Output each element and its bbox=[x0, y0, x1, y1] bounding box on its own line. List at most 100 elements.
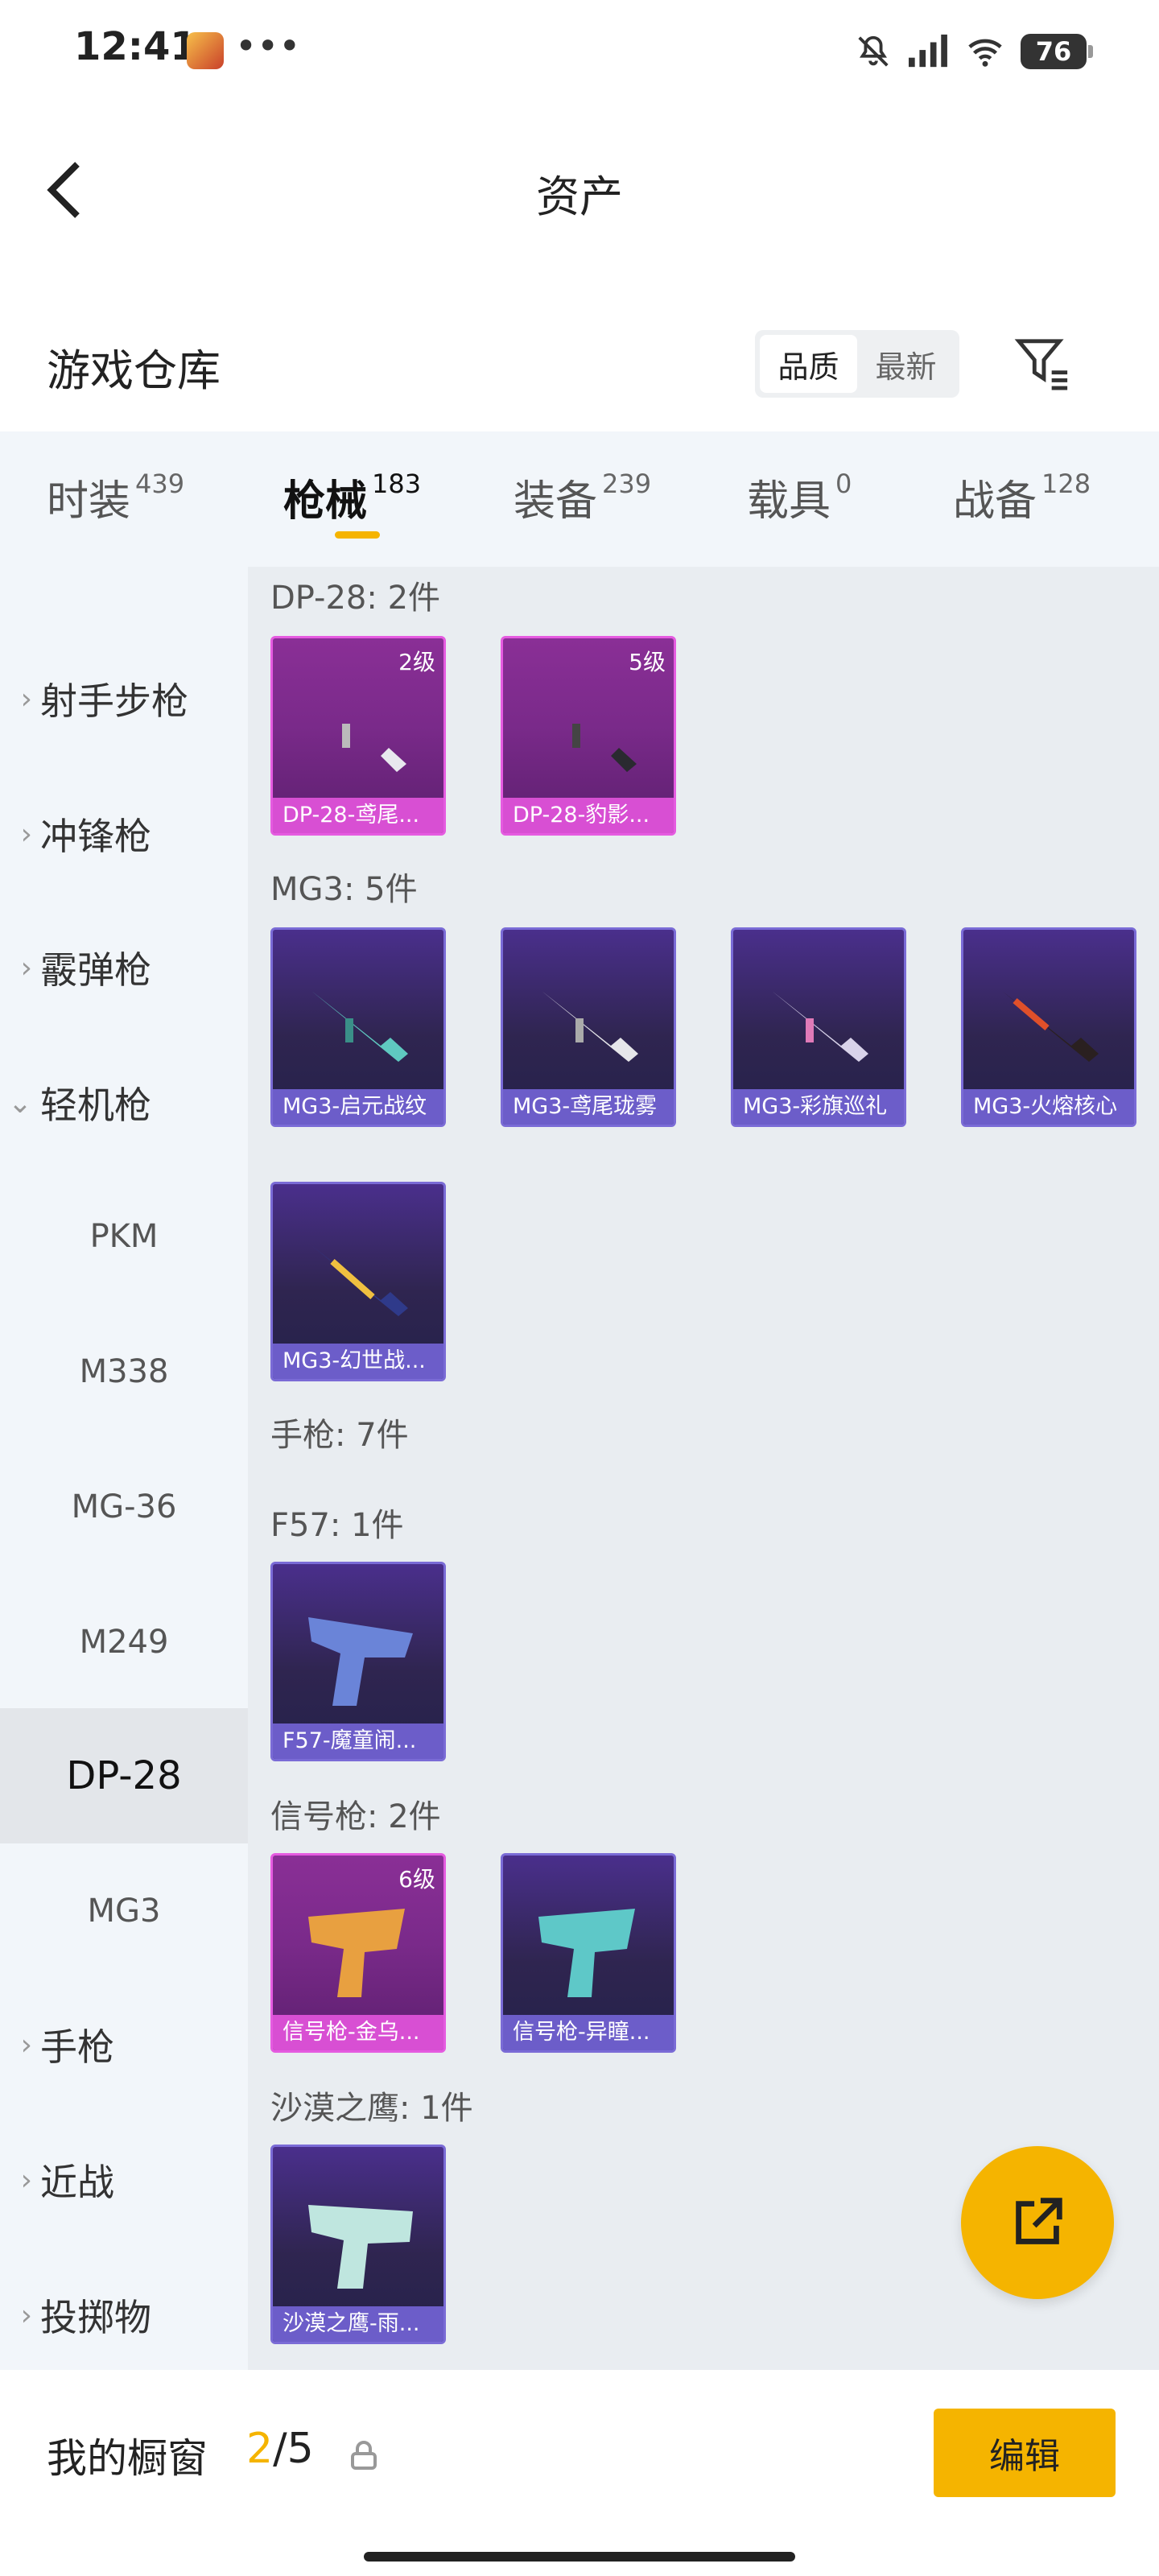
rifle-icon bbox=[542, 991, 638, 1062]
rifle-icon bbox=[316, 691, 406, 772]
group-title: 信号枪: 2件 bbox=[270, 1798, 441, 1835]
status-time: 12:41 bbox=[74, 24, 197, 69]
chevron-right-icon: › bbox=[20, 2163, 32, 2197]
showcase-count: 2/5 bbox=[246, 2425, 314, 2473]
showcase-label: 我的橱窗 bbox=[47, 2435, 208, 2482]
item-grid: DP-28: 2件 2级 DP-28-鸢尾... 5级 DP-28-豹影... … bbox=[248, 567, 1159, 2370]
sidebar-item-label: 近战 bbox=[40, 2161, 114, 2204]
sidebar-item-label: 轻机枪 bbox=[40, 1084, 151, 1127]
item-card[interactable]: 2级 DP-28-鸢尾... bbox=[270, 636, 446, 836]
tab-label: 载具 bbox=[747, 477, 831, 526]
pistol-icon bbox=[308, 1617, 413, 1706]
wifi-icon bbox=[968, 39, 1002, 67]
tab-guns[interactable]: 枪械 183 bbox=[283, 467, 421, 527]
page-title: 资产 bbox=[536, 171, 623, 222]
item-card[interactable]: 信号枪-异瞳... bbox=[501, 1853, 676, 2053]
sort-toggle: 品质 最新 bbox=[755, 330, 959, 398]
edit-button[interactable]: 编辑 bbox=[934, 2409, 1116, 2497]
sidebar-item-shotgun[interactable]: › 霰弹枪 bbox=[0, 900, 248, 1035]
group-title: F57: 1件 bbox=[270, 1507, 404, 1544]
sidebar-item-mg3[interactable]: MG3 bbox=[0, 1843, 248, 1979]
chevron-right-icon: › bbox=[20, 951, 32, 985]
item-card[interactable]: 沙漠之鹰-雨... bbox=[270, 2145, 446, 2344]
sidebar-item-label: 冲锋枪 bbox=[40, 815, 151, 858]
chevron-right-icon: › bbox=[20, 2298, 32, 2332]
sidebar-item-throwable[interactable]: › 投掷物 bbox=[0, 2248, 248, 2383]
item-card[interactable]: 6级 信号枪-金乌... bbox=[270, 1853, 446, 2053]
tab-fashion[interactable]: 时装 439 bbox=[47, 467, 184, 527]
group-title: 沙漠之鹰: 1件 bbox=[270, 2090, 473, 2127]
rifle-icon bbox=[311, 1245, 408, 1316]
sidebar-item-melee[interactable]: › 近战 bbox=[0, 2112, 248, 2248]
chevron-down-icon: ⌄ bbox=[7, 1086, 32, 1120]
chevron-right-icon: › bbox=[20, 817, 32, 851]
sidebar-item-label: 射手步枪 bbox=[40, 679, 188, 723]
item-name: DP-28-鸢尾... bbox=[273, 798, 443, 833]
tab-count: 0 bbox=[835, 469, 852, 499]
tab-vehicles[interactable]: 载具 0 bbox=[747, 467, 852, 527]
item-name: MG3-火熔核心 bbox=[963, 1089, 1134, 1125]
item-card[interactable]: MG3-彩旗巡礼 bbox=[731, 927, 906, 1127]
sidebar-item-label: M338 bbox=[79, 1353, 169, 1390]
sidebar-item-label: 霰弹枪 bbox=[40, 948, 151, 992]
rifle-icon bbox=[547, 691, 637, 772]
item-name: MG3-鸢尾珑雾 bbox=[503, 1089, 674, 1125]
category-tabs: 时装 439 枪械 183 装备 239 载具 0 战备 128 bbox=[0, 431, 1159, 567]
home-indicator[interactable] bbox=[364, 2552, 795, 2562]
sidebar-item-label: MG3 bbox=[87, 1893, 161, 1930]
sidebar-item-label: MG-36 bbox=[71, 1488, 177, 1525]
sidebar-item-lmg[interactable]: ⌄ 轻机枪 bbox=[0, 1035, 248, 1170]
sidebar-item-pkm[interactable]: PKM bbox=[0, 1169, 248, 1304]
sidebar-item-m249[interactable]: M249 bbox=[0, 1575, 248, 1710]
item-card[interactable]: MG3-幻世战... bbox=[270, 1182, 446, 1381]
sidebar-item-label: 手枪 bbox=[40, 2025, 114, 2069]
sidebar-item-label: PKM bbox=[89, 1218, 159, 1255]
flare-gun-icon bbox=[308, 1909, 405, 1997]
status-bar: 12:41 ••• 76 bbox=[0, 0, 1159, 105]
item-name: DP-28-豹影... bbox=[503, 798, 674, 833]
sidebar-item-m338[interactable]: M338 bbox=[0, 1304, 248, 1439]
tab-count: 239 bbox=[602, 469, 652, 499]
showcase-count-used: 2 bbox=[246, 2425, 274, 2473]
item-card[interactable]: F57-魔童闹... bbox=[270, 1562, 446, 1761]
rifle-icon bbox=[311, 991, 408, 1062]
sidebar-item-label: DP-28 bbox=[66, 1753, 182, 1798]
tab-label: 时装 bbox=[47, 477, 131, 526]
sidebar-item-mg36[interactable]: MG-36 bbox=[0, 1439, 248, 1575]
sort-quality-button[interactable]: 品质 bbox=[760, 335, 857, 393]
sidebar-item-pistol[interactable]: › 手枪 bbox=[0, 1977, 248, 2112]
showcase-count-total: /5 bbox=[273, 2425, 314, 2473]
item-name: MG3-启元战纹 bbox=[273, 1089, 443, 1125]
sidebar-item-dp28[interactable]: DP-28 bbox=[0, 1708, 248, 1843]
item-name: 沙漠之鹰-雨... bbox=[273, 2306, 443, 2342]
filter-icon[interactable] bbox=[1014, 335, 1070, 391]
bottom-bar: 我的橱窗 2/5 编辑 bbox=[0, 2370, 1159, 2576]
chevron-right-icon: › bbox=[20, 2028, 32, 2062]
lock-icon bbox=[351, 2441, 377, 2470]
battery-icon: 76 bbox=[1021, 34, 1093, 69]
tab-gear[interactable]: 战备 128 bbox=[953, 467, 1091, 527]
tab-label: 战备 bbox=[953, 477, 1037, 526]
sidebar-item-label: 投掷物 bbox=[40, 2296, 151, 2339]
item-name: MG3-彩旗巡礼 bbox=[733, 1089, 904, 1125]
sidebar-item-label: M249 bbox=[79, 1624, 169, 1661]
sidebar-item-marksman-rifle[interactable]: › 射手步枪 bbox=[0, 631, 248, 766]
tab-label: 装备 bbox=[514, 477, 598, 526]
item-card[interactable]: MG3-启元战纹 bbox=[270, 927, 446, 1127]
chevron-right-icon: › bbox=[20, 682, 32, 716]
group-title: 手枪: 7件 bbox=[270, 1417, 409, 1454]
share-external-icon bbox=[1016, 2198, 1062, 2244]
rifle-icon bbox=[1002, 991, 1099, 1062]
item-card[interactable]: 5级 DP-28-豹影... bbox=[501, 636, 676, 836]
tab-count: 439 bbox=[135, 469, 185, 499]
item-card[interactable]: MG3-鸢尾珑雾 bbox=[501, 927, 676, 1127]
sort-newest-button[interactable]: 最新 bbox=[857, 335, 955, 393]
status-icons: 76 bbox=[855, 27, 1093, 76]
item-name: F57-魔童闹... bbox=[273, 1724, 443, 1759]
item-name: MG3-幻世战... bbox=[273, 1344, 443, 1379]
tab-equipment[interactable]: 装备 239 bbox=[514, 467, 651, 527]
share-button[interactable] bbox=[961, 2146, 1114, 2299]
item-card[interactable]: MG3-火熔核心 bbox=[961, 927, 1136, 1127]
category-sidebar: › 射手步枪 › 冲锋枪 › 霰弹枪 ⌄ 轻机枪 PKM M338 MG-36 M249… bbox=[0, 567, 248, 2370]
sidebar-item-smg[interactable]: › 冲锋枪 bbox=[0, 766, 248, 902]
